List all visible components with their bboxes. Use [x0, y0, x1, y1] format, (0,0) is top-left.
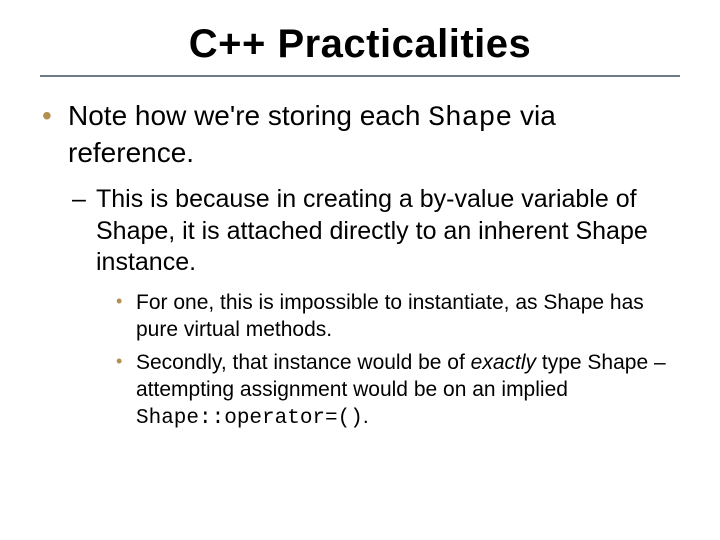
text: Note how we're storing each [68, 100, 428, 131]
text: For one, this is impossible to instantia… [136, 291, 644, 341]
bullet-level3: For one, this is impossible to instantia… [112, 290, 680, 344]
slide: C++ Practicalities Note how we're storin… [0, 0, 720, 540]
emphasis-exactly: exactly [471, 351, 536, 374]
text: . [363, 405, 369, 428]
bullet-level3: Secondly, that instance would be of exac… [112, 350, 680, 433]
slide-title: C++ Practicalities [40, 22, 680, 67]
bullet-level1: Note how we're storing each Shape via re… [40, 99, 680, 170]
text: This is because in creating a by-value v… [96, 185, 648, 276]
bullet-level2: This is because in creating a by-value v… [68, 184, 680, 278]
code-shape: Shape [428, 103, 512, 134]
code-operator: Shape::operator=() [136, 407, 363, 430]
text: Secondly, that instance would be of [136, 351, 471, 374]
title-underline [40, 75, 680, 77]
